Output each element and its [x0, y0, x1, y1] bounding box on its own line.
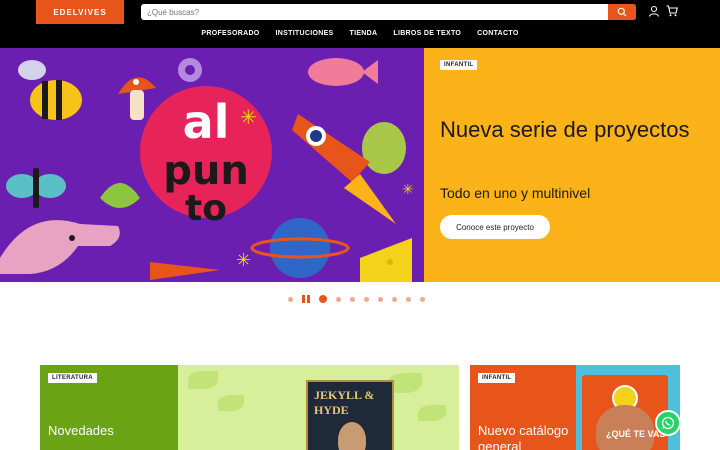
nav-contacto[interactable]: CONTACTO [477, 26, 518, 42]
card-tag: LITERATURA [48, 373, 97, 383]
user-icon[interactable] [647, 4, 661, 18]
art-word-1: al [183, 95, 230, 149]
catalog-cover: ¿QUÉ TE VAS [582, 375, 668, 450]
logo[interactable]: EDELVIVES [36, 0, 124, 24]
card-image: ¿QUÉ TE VAS [576, 365, 680, 450]
hero-title: Nueva serie de proyectos [440, 117, 690, 142]
search-button[interactable] [608, 4, 636, 20]
card-image: JEKYLL & HYDE [178, 365, 459, 450]
card-title: Nuevo catálogo general [478, 423, 569, 450]
main-nav: PROFESORADO INSTITUCIONES TIENDA LIBROS … [0, 26, 720, 42]
whatsapp-icon[interactable] [655, 410, 681, 436]
art-word-3: to [185, 188, 227, 229]
carousel-dot-active[interactable] [319, 295, 327, 303]
cart-icon[interactable] [665, 4, 679, 18]
hero-tag: INFANTIL [440, 60, 478, 70]
carousel-dot[interactable] [406, 296, 411, 302]
svg-text:✳: ✳ [240, 105, 257, 129]
site-header: EDELVIVES PROFESORADO INSTITUCIONES TIEN… [0, 0, 720, 48]
hero-subtitle: Todo en uno y multinivel [440, 185, 591, 201]
hero-illustration[interactable]: al pun to ✳ ✳ ✳ [0, 48, 424, 282]
hero-cta-button[interactable]: Conoce este proyecto [440, 215, 550, 239]
nav-tienda[interactable]: TIENDA [350, 26, 378, 42]
carousel-indicators [288, 294, 425, 304]
carousel-dot[interactable] [288, 296, 293, 302]
carousel-dot[interactable] [350, 296, 355, 302]
card-panel: LITERATURA Novedades [40, 365, 178, 450]
card-panel: INFANTIL Nuevo catálogo general [470, 365, 576, 450]
carousel-dot[interactable] [378, 296, 383, 302]
carousel-dot[interactable] [364, 296, 369, 302]
carousel-dot[interactable] [420, 296, 425, 302]
promo-card-literatura[interactable]: LITERATURA Novedades JEKYLL & HYDE [40, 365, 459, 450]
nav-instituciones[interactable]: INSTITUCIONES [276, 26, 334, 42]
svg-text:✳: ✳ [236, 250, 251, 271]
svg-text:✳: ✳ [402, 182, 414, 198]
search-input[interactable] [147, 4, 607, 20]
search-bar [141, 4, 636, 20]
carousel-dot[interactable] [392, 296, 397, 302]
logo-text: EDELVIVES [53, 7, 107, 17]
card-title: Novedades [48, 423, 114, 438]
promo-card-catalogo[interactable]: INFANTIL Nuevo catálogo general ¿QUÉ TE … [470, 365, 680, 450]
nav-profesorado[interactable]: PROFESORADO [201, 26, 259, 42]
book-title: JEKYLL & HYDE [314, 388, 375, 417]
search-icon [617, 7, 627, 17]
card-tag: INFANTIL [478, 373, 516, 383]
hero-panel: INFANTIL Nueva serie de proyectos Todo e… [424, 48, 720, 282]
book-cover: JEKYLL & HYDE [306, 380, 394, 450]
hero-artwork: al pun to ✳ ✳ ✳ [0, 58, 414, 282]
nav-libros-de-texto[interactable]: LIBROS DE TEXTO [393, 26, 461, 42]
carousel-dot[interactable] [336, 296, 341, 302]
pause-icon[interactable] [302, 295, 310, 303]
